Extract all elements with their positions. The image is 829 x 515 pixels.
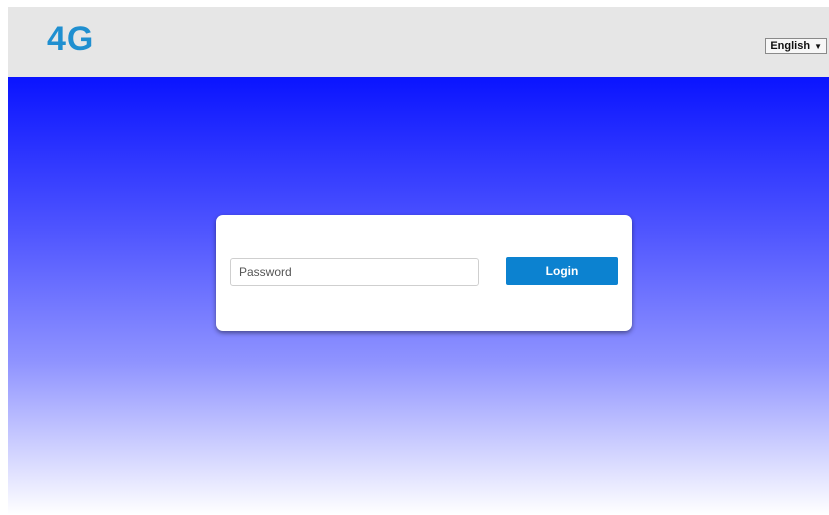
login-button[interactable]: Login (506, 257, 618, 285)
password-input[interactable] (230, 258, 479, 286)
header-bar: 4G English ▼ (8, 7, 829, 77)
language-selected-label: English (770, 40, 811, 52)
language-select[interactable]: English ▼ (765, 38, 827, 54)
login-background: Login (8, 77, 829, 515)
logo: 4G (47, 20, 95, 58)
login-card: Login (216, 215, 632, 331)
page: 4G English ▼ Login (8, 7, 829, 515)
chevron-down-icon: ▼ (814, 41, 822, 51)
